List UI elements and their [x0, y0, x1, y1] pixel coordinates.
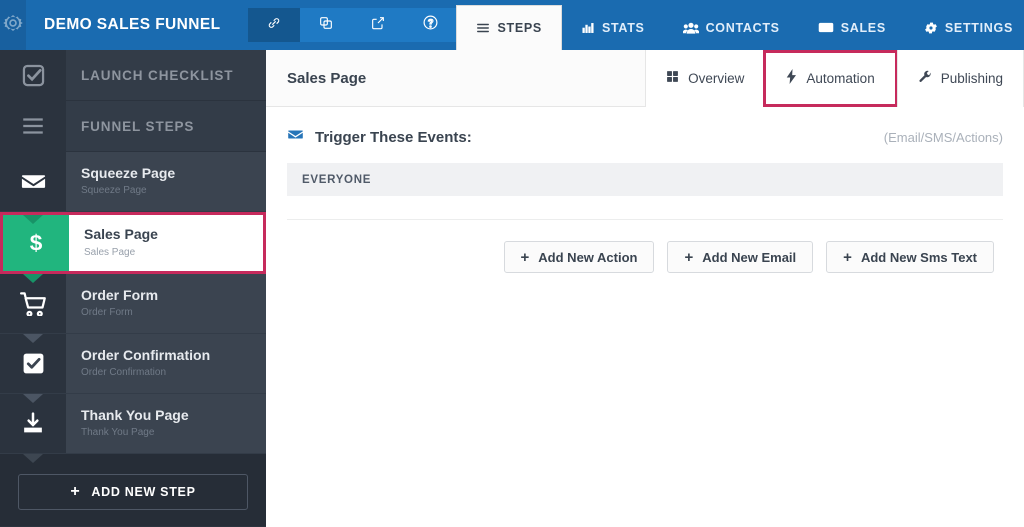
sidebar-step-title: Order Confirmation: [81, 346, 211, 363]
funnel-title: DEMO SALES FUNNEL: [44, 16, 221, 33]
app-logo[interactable]: [0, 0, 26, 50]
tab-contacts-label: CONTACTS: [705, 20, 780, 35]
sidebar-step-squeeze-page[interactable]: Squeeze Page Squeeze Page: [0, 152, 266, 212]
step-connector-arrow: [23, 215, 43, 224]
sidebar-item-funnel-steps-label: FUNNEL STEPS: [81, 118, 195, 134]
clone-funnel-button[interactable]: [300, 8, 353, 42]
subtab-publishing-label: Publishing: [940, 70, 1003, 86]
main-nav-tabs: STEPS STATS CONTACTS SALES SETTINGS: [456, 0, 1024, 50]
gear-icon: [924, 21, 938, 35]
add-new-email-label: Add New Email: [702, 249, 797, 265]
trigger-header-left: Trigger These Events:: [287, 126, 472, 148]
page-title: Sales Page: [287, 69, 367, 87]
sidebar-step-text: Squeeze Page Squeeze Page: [66, 152, 175, 211]
open-funnel-button[interactable]: [352, 8, 405, 42]
add-new-sms-text-label: Add New Sms Text: [860, 249, 977, 265]
content-subtabs: Overview Automation Publishing: [645, 49, 1024, 107]
automation-panel: Trigger These Events: (Email/SMS/Actions…: [266, 107, 1024, 273]
tab-sales-label: SALES: [840, 20, 886, 35]
automation-action-buttons: + Add New Action + Add New Email + Add N…: [266, 220, 1024, 273]
external-link-icon: [370, 15, 386, 36]
sidebar-step-text: Order Confirmation Order Confirmation: [66, 334, 210, 393]
sidebar-step-text: Thank You Page Thank You Page: [66, 394, 189, 453]
sidebar-step-order-form[interactable]: Order Form Order Form: [0, 274, 266, 334]
add-new-email-button[interactable]: + Add New Email: [667, 241, 814, 273]
subtab-overview-label: Overview: [688, 70, 745, 86]
link-icon: [266, 15, 282, 36]
step-connector-arrow: [23, 334, 43, 343]
list-icon: [476, 21, 490, 35]
envelope-icon: [0, 152, 66, 211]
tab-stats[interactable]: STATS: [562, 5, 664, 50]
users-icon: [682, 21, 699, 35]
step-connector-arrow: [23, 274, 43, 283]
add-new-action-button[interactable]: + Add New Action: [503, 241, 655, 273]
money-icon: [818, 21, 834, 34]
plus-icon: +: [70, 483, 81, 500]
add-new-action-label: Add New Action: [538, 249, 638, 265]
app-root: DEMO SALES FUNNEL STEPS STATS CONTACTS S…: [0, 0, 1024, 527]
content-sub-header: Sales Page Overview Automation Publishin…: [266, 49, 1024, 107]
sidebar-item-launch-checklist-label: LAUNCH CHECKLIST: [81, 67, 234, 83]
sidebar-step-thank-you-page[interactable]: Thank You Page Thank You Page: [0, 394, 266, 454]
envelope-icon: [287, 126, 304, 148]
trigger-events-note: (Email/SMS/Actions): [883, 129, 1003, 145]
subtab-automation[interactable]: Automation: [763, 49, 898, 107]
sidebar-step-title: Order Form: [81, 286, 159, 303]
top-bar: DEMO SALES FUNNEL STEPS STATS CONTACTS S…: [0, 0, 1024, 50]
sidebar-step-order-confirmation[interactable]: Order Confirmation Order Confirmation: [0, 334, 266, 394]
wrench-icon: [918, 70, 932, 87]
hamburger-lines-icon: [0, 101, 66, 151]
tab-steps[interactable]: STEPS: [456, 5, 562, 50]
sidebar: LAUNCH CHECKLIST FUNNEL STEPS Squeeze Pa…: [0, 50, 266, 527]
svg-text:$: $: [30, 231, 43, 256]
tab-settings-label: SETTINGS: [944, 20, 1013, 35]
checkbox-outline-icon: [0, 50, 66, 100]
share-link-button[interactable]: [248, 8, 301, 42]
trigger-events-title: Trigger These Events:: [315, 128, 472, 146]
sidebar-step-subtitle: Sales Page: [84, 246, 136, 258]
step-connector-arrow: [23, 454, 43, 463]
tab-stats-label: STATS: [601, 20, 645, 35]
audience-group-header[interactable]: EVERYONE: [287, 163, 1003, 196]
tab-sales[interactable]: SALES: [799, 5, 905, 50]
bar-chart-icon: [581, 21, 595, 35]
sidebar-step-subtitle: Order Confirmation: [81, 367, 167, 379]
tab-settings[interactable]: SETTINGS: [905, 5, 1024, 50]
sidebar-step-text: Order Form Order Form: [66, 274, 158, 333]
subtab-overview[interactable]: Overview: [645, 49, 765, 107]
add-new-step-label: ADD NEW STEP: [91, 485, 196, 499]
sidebar-step-sales-page[interactable]: $ Sales Page Sales Page: [0, 212, 266, 274]
main-content: Sales Page Overview Automation Publishin…: [266, 49, 1024, 527]
tab-steps-label: STEPS: [497, 21, 542, 35]
plus-icon: +: [684, 248, 694, 266]
grid-icon: [666, 70, 679, 86]
sidebar-step-subtitle: Squeeze Page: [81, 185, 147, 197]
gear-icon: [0, 10, 26, 41]
tab-contacts[interactable]: CONTACTS: [664, 5, 799, 50]
add-step-region: + ADD NEW STEP: [0, 454, 266, 526]
subtab-publishing[interactable]: Publishing: [896, 49, 1024, 107]
add-new-sms-text-button[interactable]: + Add New Sms Text: [826, 241, 994, 273]
sidebar-step-subtitle: Thank You Page: [81, 427, 155, 439]
sidebar-item-funnel-steps[interactable]: FUNNEL STEPS: [0, 101, 266, 152]
help-button[interactable]: [404, 8, 457, 42]
sidebar-item-launch-checklist[interactable]: LAUNCH CHECKLIST: [0, 50, 266, 101]
audience-group-label: EVERYONE: [302, 173, 372, 186]
step-connector-arrow: [23, 394, 43, 403]
plus-icon: +: [520, 248, 530, 266]
sidebar-step-subtitle: Order Form: [81, 307, 133, 319]
trigger-header-row: Trigger These Events: (Email/SMS/Actions…: [266, 107, 1024, 163]
plus-icon: +: [843, 248, 852, 266]
sidebar-step-title: Squeeze Page: [81, 164, 176, 181]
bolt-icon: [786, 69, 797, 87]
subtab-automation-label: Automation: [806, 70, 875, 86]
help-circle-icon: [422, 14, 439, 36]
sidebar-step-text: Sales Page Sales Page: [69, 215, 158, 271]
add-new-step-button[interactable]: + ADD NEW STEP: [18, 474, 248, 510]
sidebar-step-title: Thank You Page: [81, 406, 189, 423]
clone-icon: [318, 15, 334, 36]
sidebar-step-title: Sales Page: [84, 226, 158, 243]
quick-action-group: [248, 8, 457, 42]
